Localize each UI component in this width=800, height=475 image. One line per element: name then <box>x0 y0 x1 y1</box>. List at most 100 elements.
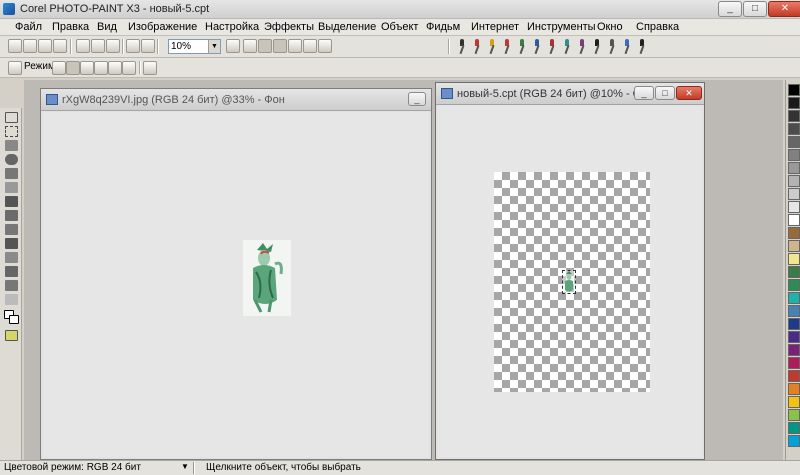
color-swatch[interactable] <box>788 110 800 122</box>
menu-view[interactable]: Вид <box>97 21 117 33</box>
save-icon[interactable] <box>38 39 52 53</box>
paste-icon[interactable] <box>106 39 120 53</box>
color-swatch[interactable] <box>788 162 800 174</box>
menu-help[interactable]: Справка <box>636 21 679 33</box>
menu-internet[interactable]: Интернет <box>471 21 519 33</box>
show-objects-icon[interactable] <box>303 39 317 53</box>
undo-icon[interactable] <box>126 39 140 53</box>
color-swatch[interactable] <box>788 357 800 369</box>
menu-tools[interactable]: Инструменты <box>527 21 596 33</box>
menu-file[interactable]: Файл <box>15 21 42 33</box>
menu-image[interactable]: Изображение <box>128 21 197 33</box>
brush-icon[interactable] <box>547 39 557 55</box>
color-swatch[interactable] <box>788 266 800 278</box>
photo-thumbnail[interactable] <box>243 240 291 316</box>
fill-color-icon[interactable] <box>5 330 18 341</box>
scale-icon[interactable] <box>80 61 94 75</box>
perspective-icon[interactable] <box>122 61 136 75</box>
brush-icon[interactable] <box>637 39 647 55</box>
brush-icon[interactable] <box>517 39 527 55</box>
brush-icon[interactable] <box>457 39 467 55</box>
color-swatch[interactable] <box>788 240 800 252</box>
more-options-icon[interactable] <box>143 61 157 75</box>
menu-effects[interactable]: Эффекты <box>264 21 314 33</box>
color-swatch[interactable] <box>788 214 800 226</box>
document-window-photo[interactable]: rXgW8q239VI.jpg (RGB 24 бит) @33% - Фон … <box>40 88 432 460</box>
close-button[interactable]: ✕ <box>676 86 702 100</box>
color-swatch[interactable] <box>788 279 800 291</box>
color-swatch[interactable] <box>788 175 800 187</box>
pick-tool-icon[interactable] <box>8 61 22 75</box>
skew-icon[interactable] <box>94 61 108 75</box>
color-swatch[interactable] <box>788 344 800 356</box>
color-swatch[interactable] <box>788 396 800 408</box>
redo-icon[interactable] <box>141 39 155 53</box>
menu-object[interactable]: Объект <box>381 21 418 33</box>
move-icon[interactable] <box>52 61 66 75</box>
background-color-icon[interactable] <box>9 315 19 324</box>
color-swatch[interactable] <box>788 253 800 265</box>
document-canvas[interactable] <box>43 112 429 457</box>
color-swatch[interactable] <box>788 409 800 421</box>
brush-icon[interactable] <box>577 39 587 55</box>
zoom-tool-icon[interactable] <box>5 154 18 165</box>
menu-mask[interactable]: Выделение <box>318 21 376 33</box>
maximize-button[interactable]: □ <box>743 1 767 17</box>
brush-icon[interactable] <box>607 39 617 55</box>
distort-icon[interactable] <box>108 61 122 75</box>
brush-icon[interactable] <box>622 39 632 55</box>
minimize-button[interactable]: _ <box>718 1 742 17</box>
crop-tool-icon[interactable] <box>5 140 18 151</box>
fill-tool-icon[interactable] <box>5 252 18 263</box>
mask-marquee-icon[interactable] <box>258 39 272 53</box>
red-eye-icon[interactable] <box>5 196 18 207</box>
transparent-canvas[interactable] <box>494 172 650 392</box>
brush-icon[interactable] <box>472 39 482 55</box>
eyedropper-icon[interactable] <box>5 168 18 179</box>
minimize-button[interactable]: _ <box>634 86 654 100</box>
document-titlebar[interactable]: rXgW8q239VI.jpg (RGB 24 бит) @33% - Фон … <box>41 89 431 111</box>
color-swatch[interactable] <box>788 422 800 434</box>
brush-icon[interactable] <box>562 39 572 55</box>
color-swatch[interactable] <box>788 292 800 304</box>
document-window-new[interactable]: новый-5.cpt (RGB 24 бит) @10% - Объ... _… <box>435 82 705 460</box>
menu-edit[interactable]: Правка <box>52 21 89 33</box>
cut-icon[interactable] <box>76 39 90 53</box>
brush-icon[interactable] <box>532 39 542 55</box>
color-swatch[interactable] <box>788 331 800 343</box>
text-tool-icon[interactable] <box>5 280 18 291</box>
rotate-icon[interactable] <box>66 61 80 75</box>
color-swatch[interactable] <box>788 318 800 330</box>
mask-overlay-icon[interactable] <box>273 39 287 53</box>
copy-icon[interactable] <box>91 39 105 53</box>
rectangle-mask-icon[interactable] <box>5 126 18 137</box>
maximize-button[interactable]: □ <box>655 86 675 100</box>
print-icon[interactable] <box>53 39 67 53</box>
pick-tool-icon[interactable] <box>5 112 18 123</box>
minimize-button[interactable]: _ <box>408 92 426 106</box>
brush-icon[interactable] <box>487 39 497 55</box>
color-swatch[interactable] <box>788 370 800 382</box>
zoom-select[interactable]: 10% ▼ <box>168 39 221 54</box>
brush-icon[interactable] <box>502 39 512 55</box>
color-swatch[interactable] <box>788 188 800 200</box>
color-swatch[interactable] <box>788 136 800 148</box>
document-titlebar[interactable]: новый-5.cpt (RGB 24 бит) @10% - Объ... _… <box>436 83 704 105</box>
application-launcher-icon[interactable] <box>318 39 332 53</box>
color-swatch[interactable] <box>788 201 800 213</box>
color-swatch[interactable] <box>788 305 800 317</box>
color-swatch[interactable] <box>788 84 800 96</box>
color-swatch[interactable] <box>788 435 800 447</box>
paint-tool-icon[interactable] <box>5 238 18 249</box>
selected-object[interactable] <box>562 270 576 294</box>
zoom-fit-icon[interactable] <box>226 39 240 53</box>
full-screen-icon[interactable] <box>243 39 257 53</box>
color-swatch[interactable] <box>788 123 800 135</box>
shape-tool-icon[interactable] <box>5 266 18 277</box>
document-canvas[interactable] <box>438 106 702 457</box>
new-icon[interactable] <box>8 39 22 53</box>
brush-icon[interactable] <box>592 39 602 55</box>
open-icon[interactable] <box>23 39 37 53</box>
menu-movie[interactable]: Фидьм <box>426 21 460 33</box>
menu-window[interactable]: Окно <box>597 21 623 33</box>
